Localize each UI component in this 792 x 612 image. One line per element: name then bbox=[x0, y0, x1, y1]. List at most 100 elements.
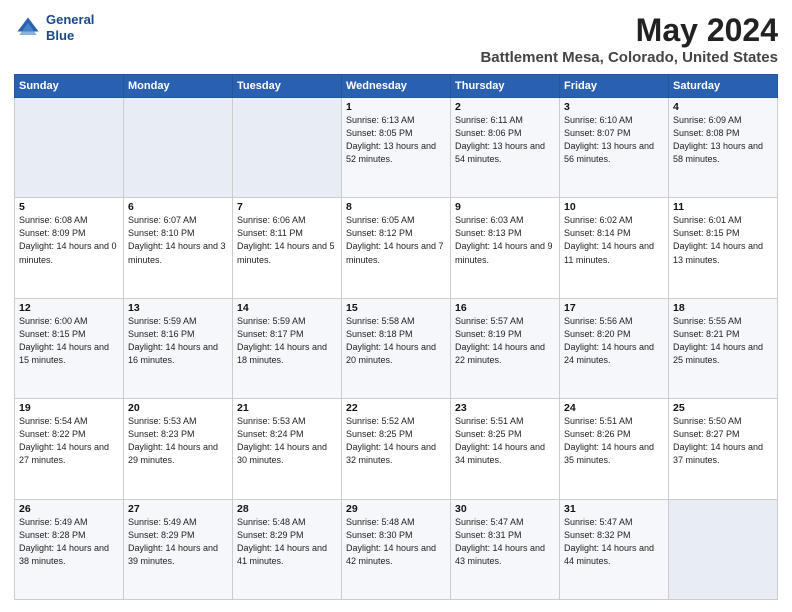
day-info: Sunrise: 5:48 AMSunset: 8:30 PMDaylight:… bbox=[346, 516, 446, 568]
day-info: Sunrise: 5:53 AMSunset: 8:24 PMDaylight:… bbox=[237, 415, 337, 467]
calendar-cell: 10Sunrise: 6:02 AMSunset: 8:14 PMDayligh… bbox=[560, 198, 669, 298]
calendar-cell: 25Sunrise: 5:50 AMSunset: 8:27 PMDayligh… bbox=[669, 399, 778, 499]
day-number: 4 bbox=[673, 101, 773, 113]
day-number: 6 bbox=[128, 201, 228, 213]
calendar-cell: 3Sunrise: 6:10 AMSunset: 8:07 PMDaylight… bbox=[560, 98, 669, 198]
day-number: 14 bbox=[237, 302, 337, 314]
day-info: Sunrise: 5:49 AMSunset: 8:28 PMDaylight:… bbox=[19, 516, 119, 568]
calendar-cell: 19Sunrise: 5:54 AMSunset: 8:22 PMDayligh… bbox=[15, 399, 124, 499]
calendar-table: SundayMondayTuesdayWednesdayThursdayFrid… bbox=[14, 74, 778, 600]
day-info: Sunrise: 6:02 AMSunset: 8:14 PMDaylight:… bbox=[564, 214, 664, 266]
calendar-cell: 12Sunrise: 6:00 AMSunset: 8:15 PMDayligh… bbox=[15, 298, 124, 398]
calendar-cell bbox=[15, 98, 124, 198]
calendar-cell: 6Sunrise: 6:07 AMSunset: 8:10 PMDaylight… bbox=[124, 198, 233, 298]
day-number: 30 bbox=[455, 503, 555, 515]
calendar-week-row: 19Sunrise: 5:54 AMSunset: 8:22 PMDayligh… bbox=[15, 399, 778, 499]
day-info: Sunrise: 5:58 AMSunset: 8:18 PMDaylight:… bbox=[346, 315, 446, 367]
calendar-cell: 9Sunrise: 6:03 AMSunset: 8:13 PMDaylight… bbox=[451, 198, 560, 298]
calendar-cell: 13Sunrise: 5:59 AMSunset: 8:16 PMDayligh… bbox=[124, 298, 233, 398]
calendar-cell: 31Sunrise: 5:47 AMSunset: 8:32 PMDayligh… bbox=[560, 499, 669, 599]
page: General Blue May 2024 Battlement Mesa, C… bbox=[0, 0, 792, 612]
day-info: Sunrise: 6:07 AMSunset: 8:10 PMDaylight:… bbox=[128, 214, 228, 266]
calendar-week-row: 26Sunrise: 5:49 AMSunset: 8:28 PMDayligh… bbox=[15, 499, 778, 599]
calendar-cell: 2Sunrise: 6:11 AMSunset: 8:06 PMDaylight… bbox=[451, 98, 560, 198]
weekday-header: Thursday bbox=[451, 75, 560, 98]
day-info: Sunrise: 5:59 AMSunset: 8:17 PMDaylight:… bbox=[237, 315, 337, 367]
day-info: Sunrise: 5:54 AMSunset: 8:22 PMDaylight:… bbox=[19, 415, 119, 467]
calendar-cell bbox=[669, 499, 778, 599]
weekday-header: Tuesday bbox=[233, 75, 342, 98]
logo: General Blue bbox=[14, 12, 94, 43]
day-number: 13 bbox=[128, 302, 228, 314]
day-number: 17 bbox=[564, 302, 664, 314]
calendar-week-row: 5Sunrise: 6:08 AMSunset: 8:09 PMDaylight… bbox=[15, 198, 778, 298]
day-info: Sunrise: 6:09 AMSunset: 8:08 PMDaylight:… bbox=[673, 114, 773, 166]
day-number: 20 bbox=[128, 402, 228, 414]
day-number: 28 bbox=[237, 503, 337, 515]
calendar-cell: 20Sunrise: 5:53 AMSunset: 8:23 PMDayligh… bbox=[124, 399, 233, 499]
weekday-header: Friday bbox=[560, 75, 669, 98]
day-info: Sunrise: 5:56 AMSunset: 8:20 PMDaylight:… bbox=[564, 315, 664, 367]
day-number: 10 bbox=[564, 201, 664, 213]
calendar-header-row: SundayMondayTuesdayWednesdayThursdayFrid… bbox=[15, 75, 778, 98]
calendar-cell: 17Sunrise: 5:56 AMSunset: 8:20 PMDayligh… bbox=[560, 298, 669, 398]
day-number: 22 bbox=[346, 402, 446, 414]
day-info: Sunrise: 5:48 AMSunset: 8:29 PMDaylight:… bbox=[237, 516, 337, 568]
day-info: Sunrise: 6:00 AMSunset: 8:15 PMDaylight:… bbox=[19, 315, 119, 367]
day-info: Sunrise: 5:59 AMSunset: 8:16 PMDaylight:… bbox=[128, 315, 228, 367]
calendar-cell: 16Sunrise: 5:57 AMSunset: 8:19 PMDayligh… bbox=[451, 298, 560, 398]
day-info: Sunrise: 6:10 AMSunset: 8:07 PMDaylight:… bbox=[564, 114, 664, 166]
day-number: 12 bbox=[19, 302, 119, 314]
calendar-cell: 11Sunrise: 6:01 AMSunset: 8:15 PMDayligh… bbox=[669, 198, 778, 298]
day-number: 9 bbox=[455, 201, 555, 213]
day-info: Sunrise: 6:08 AMSunset: 8:09 PMDaylight:… bbox=[19, 214, 119, 266]
day-number: 19 bbox=[19, 402, 119, 414]
calendar-cell: 30Sunrise: 5:47 AMSunset: 8:31 PMDayligh… bbox=[451, 499, 560, 599]
day-number: 8 bbox=[346, 201, 446, 213]
day-info: Sunrise: 5:51 AMSunset: 8:25 PMDaylight:… bbox=[455, 415, 555, 467]
day-info: Sunrise: 6:11 AMSunset: 8:06 PMDaylight:… bbox=[455, 114, 555, 166]
day-info: Sunrise: 5:49 AMSunset: 8:29 PMDaylight:… bbox=[128, 516, 228, 568]
calendar-cell: 1Sunrise: 6:13 AMSunset: 8:05 PMDaylight… bbox=[342, 98, 451, 198]
day-info: Sunrise: 5:55 AMSunset: 8:21 PMDaylight:… bbox=[673, 315, 773, 367]
day-info: Sunrise: 6:03 AMSunset: 8:13 PMDaylight:… bbox=[455, 214, 555, 266]
calendar-cell bbox=[124, 98, 233, 198]
logo-text: General Blue bbox=[46, 12, 94, 43]
calendar-cell: 24Sunrise: 5:51 AMSunset: 8:26 PMDayligh… bbox=[560, 399, 669, 499]
day-number: 31 bbox=[564, 503, 664, 515]
weekday-header: Saturday bbox=[669, 75, 778, 98]
day-number: 1 bbox=[346, 101, 446, 113]
day-info: Sunrise: 5:50 AMSunset: 8:27 PMDaylight:… bbox=[673, 415, 773, 467]
day-info: Sunrise: 5:51 AMSunset: 8:26 PMDaylight:… bbox=[564, 415, 664, 467]
calendar-cell: 4Sunrise: 6:09 AMSunset: 8:08 PMDaylight… bbox=[669, 98, 778, 198]
calendar-week-row: 12Sunrise: 6:00 AMSunset: 8:15 PMDayligh… bbox=[15, 298, 778, 398]
day-number: 11 bbox=[673, 201, 773, 213]
day-number: 3 bbox=[564, 101, 664, 113]
calendar-cell: 8Sunrise: 6:05 AMSunset: 8:12 PMDaylight… bbox=[342, 198, 451, 298]
day-number: 7 bbox=[237, 201, 337, 213]
header: General Blue May 2024 Battlement Mesa, C… bbox=[14, 12, 778, 66]
weekday-header: Sunday bbox=[15, 75, 124, 98]
day-info: Sunrise: 6:05 AMSunset: 8:12 PMDaylight:… bbox=[346, 214, 446, 266]
day-info: Sunrise: 6:13 AMSunset: 8:05 PMDaylight:… bbox=[346, 114, 446, 166]
calendar-cell: 7Sunrise: 6:06 AMSunset: 8:11 PMDaylight… bbox=[233, 198, 342, 298]
title-block: May 2024 Battlement Mesa, Colorado, Unit… bbox=[480, 12, 778, 66]
calendar-cell: 14Sunrise: 5:59 AMSunset: 8:17 PMDayligh… bbox=[233, 298, 342, 398]
subtitle: Battlement Mesa, Colorado, United States bbox=[480, 49, 778, 66]
calendar-week-row: 1Sunrise: 6:13 AMSunset: 8:05 PMDaylight… bbox=[15, 98, 778, 198]
calendar-cell: 18Sunrise: 5:55 AMSunset: 8:21 PMDayligh… bbox=[669, 298, 778, 398]
calendar-cell: 5Sunrise: 6:08 AMSunset: 8:09 PMDaylight… bbox=[15, 198, 124, 298]
day-info: Sunrise: 5:52 AMSunset: 8:25 PMDaylight:… bbox=[346, 415, 446, 467]
calendar-cell: 23Sunrise: 5:51 AMSunset: 8:25 PMDayligh… bbox=[451, 399, 560, 499]
calendar-cell: 27Sunrise: 5:49 AMSunset: 8:29 PMDayligh… bbox=[124, 499, 233, 599]
main-title: May 2024 bbox=[480, 12, 778, 49]
day-info: Sunrise: 5:47 AMSunset: 8:31 PMDaylight:… bbox=[455, 516, 555, 568]
day-number: 24 bbox=[564, 402, 664, 414]
calendar-cell: 28Sunrise: 5:48 AMSunset: 8:29 PMDayligh… bbox=[233, 499, 342, 599]
day-number: 26 bbox=[19, 503, 119, 515]
day-info: Sunrise: 5:57 AMSunset: 8:19 PMDaylight:… bbox=[455, 315, 555, 367]
weekday-header: Monday bbox=[124, 75, 233, 98]
calendar-cell: 29Sunrise: 5:48 AMSunset: 8:30 PMDayligh… bbox=[342, 499, 451, 599]
day-number: 2 bbox=[455, 101, 555, 113]
day-number: 23 bbox=[455, 402, 555, 414]
